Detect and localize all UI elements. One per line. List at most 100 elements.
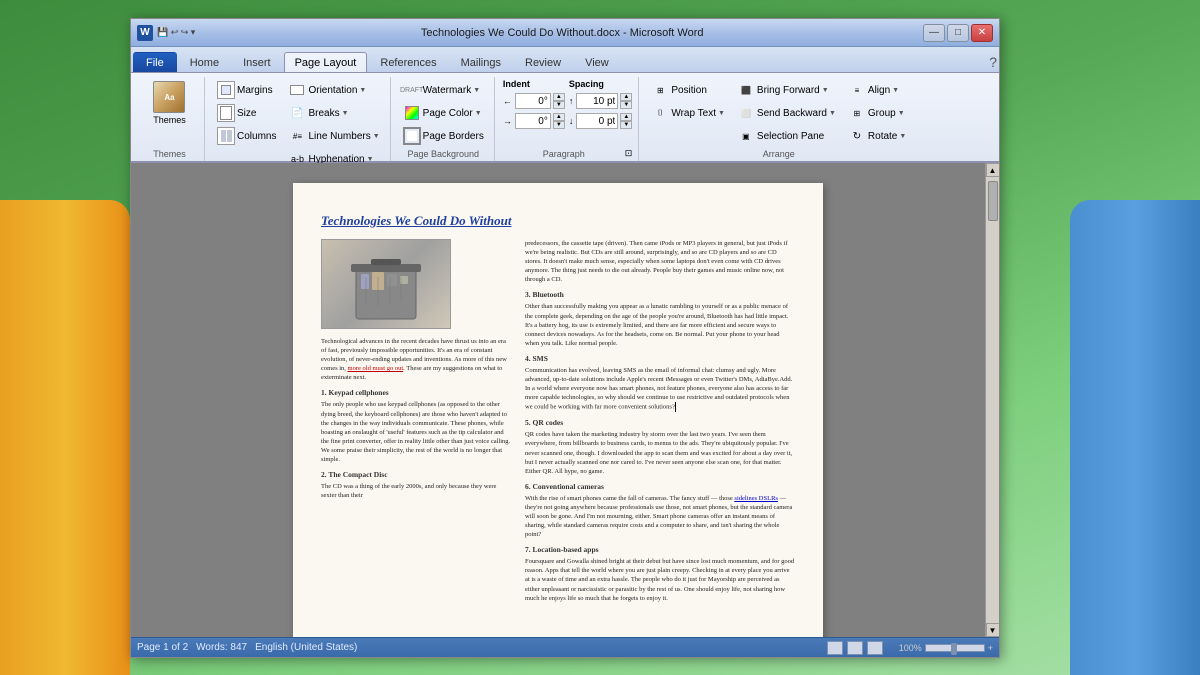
group-button[interactable]: ⊞ Group ▼ [844,102,910,124]
indent-right-down[interactable]: ▼ [553,121,565,129]
tab-mailings[interactable]: Mailings [450,52,512,72]
arrange-col2: ⬛ Bring Forward ▼ ⬜ Send Backward ▼ ▣ Se… [733,79,840,147]
zoom-slider[interactable] [925,644,985,652]
word-window: W 💾 ↩ ↪ ▾ Technologies We Could Do Witho… [130,18,1000,658]
watermark-button[interactable]: DRAFT Watermark ▼ [399,79,488,101]
tab-review[interactable]: Review [514,52,572,72]
indent-left-input[interactable] [515,93,551,109]
line-numbers-button[interactable]: #≡ Line Numbers ▼ [284,125,383,147]
ribbon-group-themes: Aa Themes Themes [135,77,205,161]
indent-right-input[interactable] [515,113,551,129]
desktop-accent-left [0,200,130,675]
indent-left-label: ← [503,96,512,106]
breaks-button[interactable]: 📄 Breaks ▼ [284,102,383,124]
vertical-scrollbar[interactable]: ▲ ▼ [985,163,999,637]
page-borders-button[interactable]: Page Borders [399,125,488,147]
body-intro-text: Technological advances in the recent dec… [321,337,511,382]
indent-right-control: → ▲ ▼ [503,113,565,129]
ribbon-group-paragraph: Indent ← ▲ ▼ → [497,77,640,161]
margins-label: Margins [237,85,273,96]
indent-left-up[interactable]: ▲ [553,93,565,101]
margins-button[interactable]: Margins [213,79,280,101]
view-web-button[interactable] [847,641,863,655]
orientation-arrow: ▼ [359,87,366,94]
arrange-group-label: Arrange [647,149,910,159]
selection-pane-button[interactable]: ▣ Selection Pane [733,125,840,147]
scroll-thumb[interactable] [988,181,998,221]
selection-pane-icon: ▣ [737,127,755,145]
spacing-before-down[interactable]: ▼ [620,101,632,109]
page-info: Page 1 of 2 [137,642,188,653]
send-backward-button[interactable]: ⬜ Send Backward ▼ [733,102,840,124]
spacing-after-down[interactable]: ▼ [620,121,632,129]
word-icon: W [137,25,153,41]
scroll-down-button[interactable]: ▼ [986,623,1000,637]
themes-label: Themes [153,115,186,125]
columns-button[interactable]: Columns [213,125,280,147]
align-button[interactable]: ≡ Align ▼ [844,79,910,101]
doc-content[interactable]: Technologies We Could Do Without [131,163,985,637]
tab-page-layout[interactable]: Page Layout [284,52,368,73]
spacing-before-input[interactable] [576,93,618,109]
indent-label: Indent [503,79,565,89]
section-2-cont: predecessors, the cassette tape (driven)… [525,239,795,284]
tab-home[interactable]: Home [179,52,230,72]
spacing-before-spinner: ▲ ▼ [576,93,632,109]
view-buttons [827,641,883,655]
indent-right-spinner: ▲ ▼ [515,113,565,129]
spacing-before-up[interactable]: ▲ [620,93,632,101]
tab-references[interactable]: References [369,52,447,72]
word-page: Technologies We Could Do Without [293,183,823,637]
line-numbers-label: Line Numbers [308,131,370,142]
tab-file[interactable]: File [133,52,177,72]
section-2-heading: 2. The Compact Disc [321,470,511,479]
scroll-up-button[interactable]: ▲ [986,163,1000,177]
document-area: Technologies We Could Do Without [131,163,999,637]
view-print-button[interactable] [827,641,843,655]
tab-insert[interactable]: Insert [232,52,282,72]
section-6-heading: 6. Conventional cameras [525,482,795,491]
arrange-content: ⊞ Position ⌷ Wrap Text ▼ ⬛ Bring Forward… [647,79,910,147]
spacing-after-input[interactable] [576,113,618,129]
rotate-arrow: ▼ [899,133,906,140]
size-button[interactable]: Size [213,102,280,124]
indent-left-control: ← ▲ ▼ [503,93,565,109]
right-sections-container: 5. QR codes QR codes have taken the mark… [525,418,795,608]
minimize-button[interactable]: — [923,24,945,42]
page-setup-col1: Margins Size Columns [213,79,280,147]
rotate-button[interactable]: ↻ Rotate ▼ [844,125,910,147]
tab-view[interactable]: View [574,52,620,72]
arrange-col1: ⊞ Position ⌷ Wrap Text ▼ [647,79,729,124]
position-icon: ⊞ [651,81,669,99]
position-button[interactable]: ⊞ Position [647,79,729,101]
maximize-button[interactable]: □ [947,24,969,42]
zoom-in-btn[interactable]: + [988,643,993,653]
rotate-label: Rotate [868,131,897,142]
close-button[interactable]: ✕ [971,24,993,42]
watermark-arrow: ▼ [473,87,480,94]
window-controls: — □ ✕ [923,24,993,42]
themes-button[interactable]: Aa Themes [149,79,190,127]
trash-svg [336,244,436,324]
paragraph-expand[interactable]: ⊡ [625,148,633,159]
section-3-heading: 3. Bluetooth [525,290,795,299]
view-reading-button[interactable] [867,641,883,655]
wrap-text-button[interactable]: ⌷ Wrap Text ▼ [647,102,729,124]
themes-content: Aa Themes [149,79,190,147]
help-icon[interactable]: ? [989,54,997,70]
group-label: Group [868,108,896,119]
indent-right-arrows: ▲ ▼ [553,113,565,129]
rotate-icon: ↻ [848,127,866,145]
line-numbers-icon: #≡ [288,127,306,145]
bring-forward-button[interactable]: ⬛ Bring Forward ▼ [733,79,840,101]
indent-left-down[interactable]: ▼ [553,101,565,109]
spacing-after-up[interactable]: ▲ [620,113,632,121]
section-7-text: Foursquare and Gowalla shined bright at … [525,557,795,602]
columns-label: Columns [237,131,276,142]
status-bar: Page 1 of 2 Words: 847 English (United S… [131,637,999,657]
page-color-button[interactable]: Page Color ▼ [399,102,488,124]
group-arrow: ▼ [898,110,905,117]
indent-right-up[interactable]: ▲ [553,113,565,121]
section-5-heading: 5. QR codes [525,418,795,427]
orientation-button[interactable]: Orientation ▼ [284,79,383,101]
